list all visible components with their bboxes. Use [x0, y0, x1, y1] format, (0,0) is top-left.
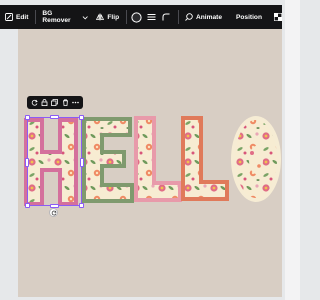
letter-o	[231, 116, 281, 202]
letter-l-first	[134, 116, 182, 202]
resize-handle-top-right[interactable]	[79, 115, 84, 120]
resize-handle-bottom-right[interactable]	[79, 203, 84, 208]
delete-icon[interactable]	[62, 99, 69, 106]
letter-e	[82, 117, 134, 203]
lock-icon[interactable]	[41, 99, 48, 106]
rotate-icon[interactable]	[31, 99, 38, 106]
selection-box[interactable]	[25, 115, 84, 208]
resize-handle-top-left[interactable]	[25, 115, 30, 120]
rotate-handle-icon	[51, 210, 57, 215]
resize-handle-right[interactable]	[80, 158, 84, 167]
resize-handle-bottom-left[interactable]	[25, 203, 30, 208]
element-quick-actions	[27, 96, 83, 109]
resize-handle-left[interactable]	[25, 158, 29, 167]
duplicate-icon[interactable]	[51, 99, 59, 106]
rotate-handle[interactable]	[49, 208, 58, 217]
more-icon[interactable]	[72, 99, 80, 106]
resize-handle-top[interactable]	[50, 115, 59, 119]
letter-l-second	[181, 116, 229, 201]
